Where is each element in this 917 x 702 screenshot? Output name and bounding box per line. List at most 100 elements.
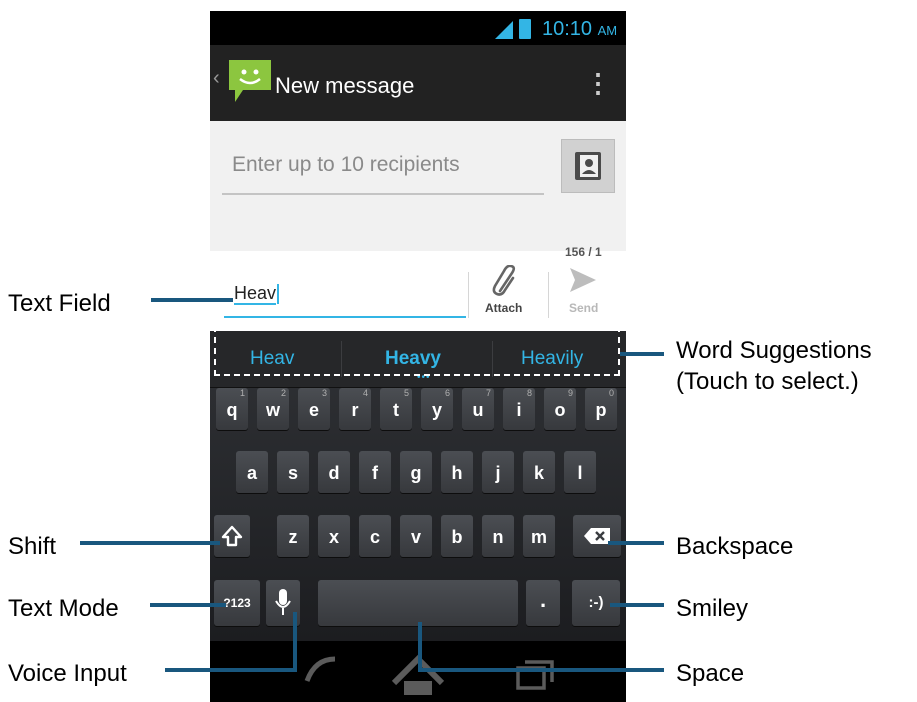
send-icon (570, 268, 596, 292)
key-m[interactable]: m (523, 515, 555, 557)
callout-line (293, 612, 297, 672)
status-bar: 10:10 AM (210, 11, 626, 45)
key-label: e (308, 400, 319, 420)
key-hint: 6 (444, 388, 450, 398)
compose-area: 156 / 1 Heav Attach Send (210, 245, 626, 331)
key-label: p (595, 400, 607, 420)
key-label: f (372, 463, 378, 483)
key-label: w (265, 400, 280, 420)
callout-line (418, 622, 422, 672)
key-r[interactable]: r4 (339, 388, 371, 430)
key-z[interactable]: z (277, 515, 309, 557)
shift-key[interactable] (214, 515, 250, 557)
key-label: x (328, 527, 339, 547)
key-hint: 5 (403, 388, 409, 398)
callout-line (150, 603, 226, 607)
key-label: m (530, 527, 547, 547)
character-counter: 156 / 1 (565, 245, 602, 259)
paperclip-icon (492, 265, 516, 296)
callout-backspace: Backspace (676, 533, 794, 560)
key-label: o (554, 400, 566, 420)
key-hint: 0 (608, 388, 614, 398)
key-b[interactable]: b (441, 515, 473, 557)
key-label: q (226, 400, 238, 420)
callout-line (608, 541, 664, 545)
key-x[interactable]: x (318, 515, 350, 557)
key-label: v (410, 527, 421, 547)
key-f[interactable]: f (359, 451, 391, 493)
callout-text-field: Text Field (8, 290, 111, 317)
text-field-value: Heav (234, 283, 280, 305)
key-c[interactable]: c (359, 515, 391, 557)
callout-word-suggestions: Word Suggestions (676, 337, 872, 364)
key-p[interactable]: p0 (585, 388, 617, 430)
key-label: j (495, 463, 501, 483)
contact-picker-icon (575, 152, 601, 180)
key-label: a (246, 463, 257, 483)
key-i[interactable]: i8 (503, 388, 535, 430)
key-t[interactable]: t5 (380, 388, 412, 430)
attach-button[interactable]: Attach (480, 263, 532, 321)
key-hint: 3 (321, 388, 327, 398)
key-label: l (577, 463, 583, 483)
key-label: u (472, 400, 484, 420)
key-label: d (328, 463, 340, 483)
suggestions-highlight (214, 326, 620, 376)
key-label: r (351, 400, 359, 420)
key-hint: 1 (239, 388, 245, 398)
recent-apps-icon[interactable] (515, 659, 555, 691)
key-label: z (288, 527, 298, 547)
messaging-app-icon[interactable] (227, 58, 273, 104)
space-bar[interactable] (318, 580, 518, 626)
key-q[interactable]: q1 (216, 388, 248, 430)
callout-text-mode: Text Mode (8, 595, 119, 622)
key-j[interactable]: j (482, 451, 514, 493)
key-hint: 8 (526, 388, 532, 398)
text-field[interactable]: Heav (224, 273, 466, 319)
key-label: t (393, 400, 399, 420)
key-label: y (431, 400, 442, 420)
key-v[interactable]: v (400, 515, 432, 557)
key-k[interactable]: k (523, 451, 555, 493)
callout-line (80, 541, 220, 545)
contact-picker-button[interactable] (561, 139, 615, 193)
send-label: Send (569, 301, 599, 315)
recipients-input[interactable]: Enter up to 10 recipients (222, 137, 544, 195)
callout-shift: Shift (8, 533, 57, 560)
key-label: i (516, 400, 522, 420)
overflow-menu-icon[interactable]: ⋮ (585, 68, 611, 99)
callout-line (151, 298, 233, 302)
key-label: h (451, 463, 463, 483)
key-e[interactable]: e3 (298, 388, 330, 430)
microphone-icon (275, 589, 291, 615)
shift-icon (221, 525, 243, 547)
attach-label: Attach (485, 301, 523, 315)
key-hint: 9 (567, 388, 573, 398)
signal-icon (495, 21, 513, 39)
callout-word-suggestions-hint: (Touch to select.) (676, 368, 859, 395)
battery-icon (519, 19, 531, 39)
period-key[interactable]: . (526, 580, 560, 626)
key-y[interactable]: y6 (421, 388, 453, 430)
key-h[interactable]: h (441, 451, 473, 493)
key-u[interactable]: u7 (462, 388, 494, 430)
back-chevron-icon[interactable]: ‹ (213, 67, 220, 90)
send-button[interactable]: Send (560, 263, 606, 321)
backspace-key[interactable] (573, 515, 621, 557)
key-o[interactable]: o9 (544, 388, 576, 430)
clock: 10:10 AM (542, 18, 618, 40)
key-d[interactable]: d (318, 451, 350, 493)
key-s[interactable]: s (277, 451, 309, 493)
key-label: c (369, 527, 380, 547)
key-label: s (287, 463, 298, 483)
key-g[interactable]: g (400, 451, 432, 493)
key-n[interactable]: n (482, 515, 514, 557)
key-label: g (410, 463, 422, 483)
callout-line (165, 668, 297, 672)
key-l[interactable]: l (564, 451, 596, 493)
key-w[interactable]: w2 (257, 388, 289, 430)
key-hint: 2 (280, 388, 286, 398)
key-label: n (492, 527, 504, 547)
key-a[interactable]: a (236, 451, 268, 493)
recipient-area: Enter up to 10 recipients (210, 121, 626, 251)
